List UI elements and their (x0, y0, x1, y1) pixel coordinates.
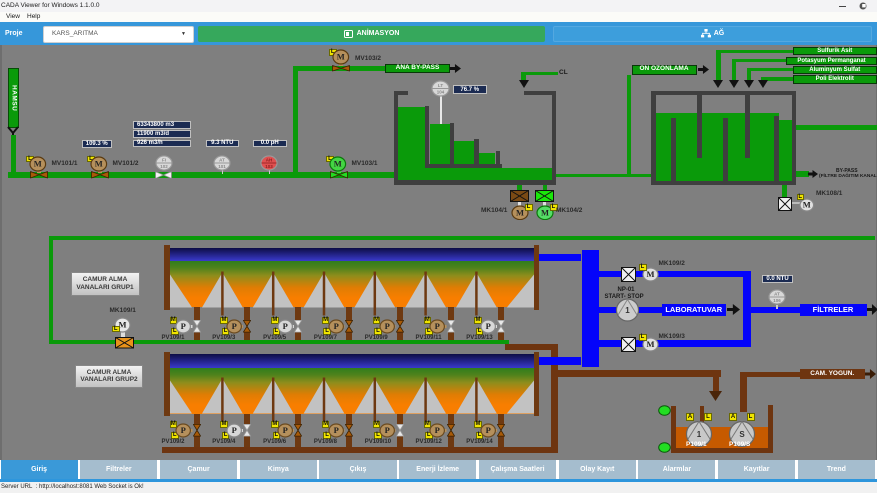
svg-text:102: 102 (160, 163, 168, 168)
svg-text:P: P (181, 321, 186, 331)
svg-text:M: M (540, 207, 548, 217)
svg-text:M: M (803, 200, 811, 210)
svg-text:101: 101 (218, 164, 226, 169)
svg-text:P: P (282, 425, 287, 435)
svg-text:P: P (486, 321, 491, 331)
svg-text:P: P (181, 425, 186, 435)
svg-text:P: P (333, 425, 338, 435)
svg-text:P: P (384, 321, 389, 331)
svg-text:M: M (646, 339, 654, 349)
svg-text:P: P (333, 321, 338, 331)
svg-text:1: 1 (625, 306, 630, 315)
svg-text:106: 106 (773, 297, 781, 302)
svg-text:M: M (646, 269, 654, 279)
svg-text:103: 103 (265, 164, 273, 169)
svg-text:M: M (515, 207, 523, 217)
svg-text:LT: LT (438, 82, 443, 87)
svg-text:S: S (739, 430, 745, 439)
svg-text:FI: FI (162, 157, 166, 162)
svg-text:AT: AT (219, 157, 225, 162)
svg-text:P: P (232, 321, 237, 331)
svg-text:P: P (384, 425, 389, 435)
svg-text:AT: AT (774, 291, 780, 296)
svg-text:M: M (95, 158, 103, 168)
svg-text:P: P (435, 425, 440, 435)
svg-text:1: 1 (697, 430, 702, 439)
svg-text:P: P (232, 425, 237, 435)
svg-text:M: M (337, 52, 345, 62)
svg-text:P: P (435, 321, 440, 331)
svg-text:104: 104 (437, 89, 445, 94)
svg-text:P: P (282, 321, 287, 331)
svg-text:AH: AH (266, 157, 273, 162)
svg-text:M: M (334, 158, 342, 168)
svg-text:M: M (34, 158, 42, 168)
svg-text:P: P (486, 425, 491, 435)
svg-text:M: M (118, 319, 126, 329)
